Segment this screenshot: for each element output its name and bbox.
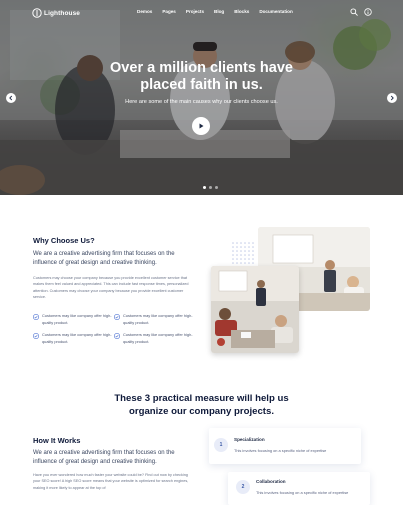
check-list-item: Customers may like company offer high-qu…: [33, 332, 114, 345]
logo-text: Lighthouse: [44, 9, 81, 17]
search-icon[interactable]: [350, 8, 358, 16]
slider-dot[interactable]: [215, 186, 218, 189]
slider-pagination: [203, 186, 218, 189]
step-title: Collaboration: [256, 479, 286, 484]
check-item-text: Customers may like company offer high-qu…: [123, 332, 193, 344]
hero-subtitle: Here are some of the main causes why our…: [125, 99, 278, 105]
check-circle-icon: [33, 314, 39, 320]
check-circle-icon: [114, 333, 120, 339]
main-menu: Demos Pages Projects Blog Blocks Documen…: [137, 9, 303, 14]
check-item-text: Customers may like company offer high-qu…: [42, 332, 112, 344]
meeting-photo: [211, 266, 299, 353]
info-icon[interactable]: [364, 8, 372, 16]
menu-item-pages[interactable]: Pages: [162, 9, 176, 14]
step-number-badge: 1: [214, 438, 228, 452]
hero-title: Over a million clients have placed faith…: [110, 60, 293, 93]
slider-next-button[interactable]: [387, 93, 397, 103]
check-circle-icon: [114, 314, 120, 320]
play-icon: [199, 123, 204, 129]
menu-item-blocks[interactable]: Blocks: [234, 9, 249, 14]
top-navbar: Lighthouse Demos Pages Projects Blog Blo…: [0, 0, 403, 26]
play-video-button[interactable]: [192, 117, 210, 135]
check-list-item: Customers may like company offer high-qu…: [33, 313, 114, 326]
menu-item-projects[interactable]: Projects: [186, 9, 204, 14]
step-number-badge: 2: [236, 480, 250, 494]
decorative-dot-grid: [232, 242, 254, 264]
check-item-text: Customers may like company offer high-qu…: [123, 313, 193, 325]
step-description: This involves focusing on a specific nic…: [256, 490, 349, 495]
site-logo[interactable]: Lighthouse: [32, 8, 80, 18]
measures-heading: These 3 practical measure will help us o…: [114, 393, 289, 417]
step-title: Specialization: [234, 437, 265, 442]
slider-prev-button[interactable]: [6, 93, 16, 103]
how-lead-text: We are a creative advertising firm that …: [33, 450, 175, 465]
slider-dot[interactable]: [209, 186, 212, 189]
feature-check-list: Customers may like company offer high-qu…: [33, 313, 203, 345]
slider-dot[interactable]: [203, 186, 206, 189]
check-item-text: Customers may like company offer high-qu…: [42, 313, 112, 325]
lighthouse-logo-icon: [32, 8, 42, 18]
chevron-left-icon: [9, 95, 13, 101]
chevron-right-icon: [390, 95, 394, 101]
check-list-item: Customers may like company offer high-qu…: [114, 313, 195, 326]
menu-item-blog[interactable]: Blog: [214, 9, 224, 14]
step-card-specialization: 1 Specialization This involves focusing …: [209, 428, 361, 464]
how-it-works-heading: How It Works: [33, 436, 81, 445]
nav-icons: [350, 8, 372, 16]
step-card-collaboration: 2 Collaboration This involves focusing o…: [228, 472, 370, 505]
step-description: This involves focusing on a specific nic…: [234, 448, 327, 453]
how-body-text: Have you ever wondered how much faster y…: [33, 473, 189, 490]
why-lead-text: We are a creative advertising firm that …: [33, 251, 175, 266]
hero-overlay: [0, 0, 403, 195]
why-choose-us-heading: Why Choose Us?: [33, 236, 95, 245]
why-body-text: Customers may choose your company becaus…: [33, 276, 189, 299]
check-circle-icon: [33, 333, 39, 339]
meeting-photo-graphic: [211, 266, 299, 353]
hero-slider: Lighthouse Demos Pages Projects Blog Blo…: [0, 0, 403, 195]
menu-item-demos[interactable]: Demos: [137, 9, 152, 14]
check-list-item: Customers may like company offer high-qu…: [114, 332, 195, 345]
menu-item-documentation[interactable]: Documentation: [259, 9, 292, 14]
